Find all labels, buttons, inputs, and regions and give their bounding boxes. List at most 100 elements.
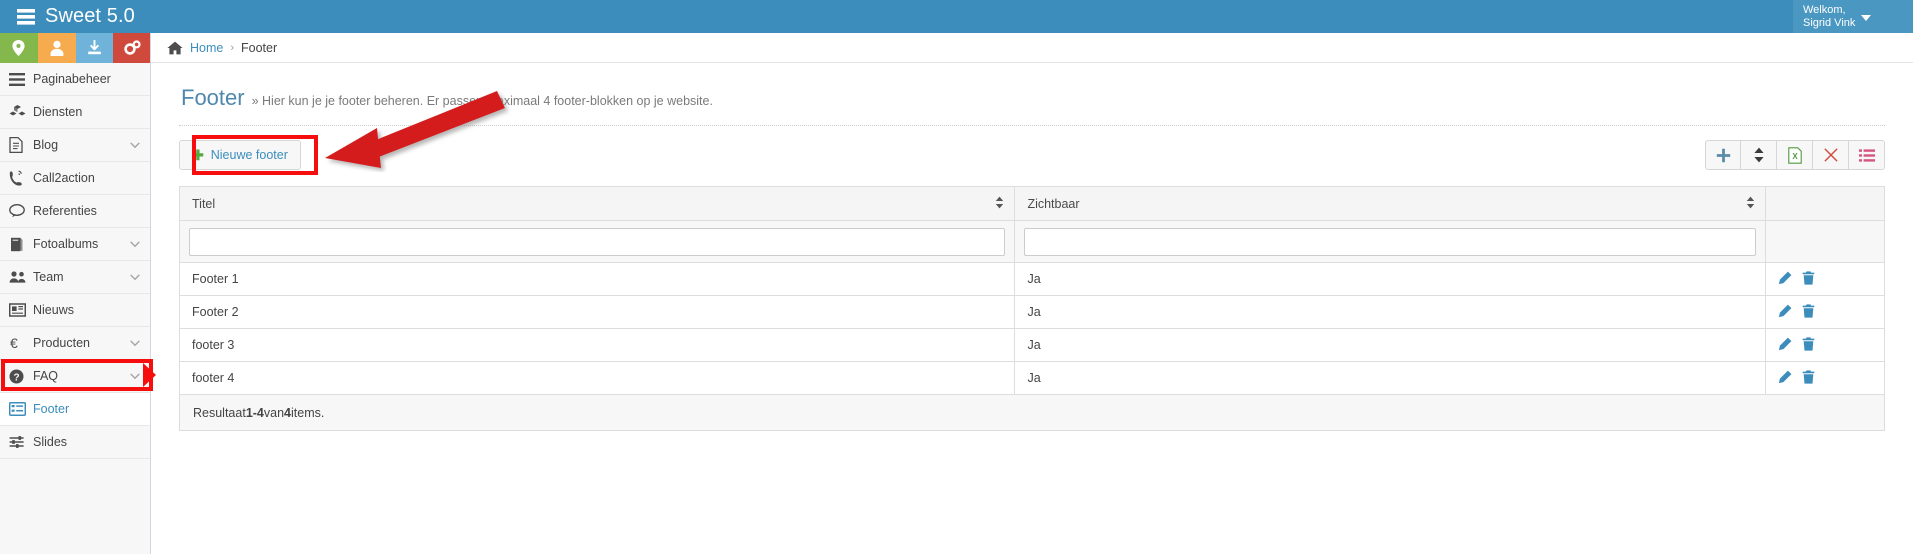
cell-titel: footer 4 [179,361,1016,395]
sidebar-item-label: Nieuws [33,303,74,317]
euro-icon: € [9,336,33,351]
sidebar-item-nieuws[interactable]: Nieuws [0,294,150,327]
table-filter-row [179,220,1885,263]
edit-row-button[interactable] [1778,271,1792,288]
table-toolbar: X [1705,140,1885,170]
sidebar-item-referenties[interactable]: Referenties [0,195,150,228]
edit-row-button[interactable] [1778,337,1792,354]
sidebar-item-label: Slides [33,435,68,449]
sidebar-item-faq[interactable]: ? FAQ [0,360,150,393]
user-button[interactable] [37,33,76,63]
divider [179,125,1885,126]
cell-titel: Footer 1 [179,262,1016,296]
result-summary: Resultaat 1-4 van 4 items. [179,395,1885,431]
sidebar-item-call2action[interactable]: Call2action [0,162,150,195]
sidebar-item-paginabeheer[interactable]: Paginabeheer [0,63,150,96]
sidebar-item-blog[interactable]: Blog [0,129,150,162]
table-body: Footer 1 Ja Footer 2 Ja footer 3 Ja foot… [179,262,1885,395]
sidebar-item-label: Call2action [33,171,95,185]
delete-button[interactable] [1813,140,1849,170]
sidebar-item-footer[interactable]: Footer [0,393,150,426]
location-button[interactable] [0,33,38,63]
sidebar-item-producten[interactable]: € Producten [0,327,150,360]
edit-row-button[interactable] [1778,370,1792,387]
delete-row-button[interactable] [1802,336,1815,354]
user-greeting: Welkom, [1803,3,1846,16]
question-circle-icon: ? [9,369,33,384]
sidebar-item-label: Paginabeheer [33,72,111,86]
top-bar: Sweet 5.0 Welkom, Sigrid Vink [0,0,1913,33]
chevron-down-icon [130,138,140,152]
column-header-label: Zichtbaar [1027,196,1080,211]
breadcrumb-home-link[interactable]: Home [190,41,223,55]
user-name: Sigrid Vink [1803,16,1856,29]
user-menu[interactable]: Welkom, Sigrid Vink [1793,0,1913,33]
settings-button[interactable] [113,33,150,63]
download-button[interactable] [75,33,114,63]
cell-zichtbaar: Ja [1014,328,1766,362]
brand[interactable]: Sweet 5.0 [0,0,135,33]
home-icon [167,41,183,55]
result-middle: van [263,405,285,420]
chevron-down-icon [130,336,140,350]
chevron-down-icon [130,237,140,251]
add-button[interactable] [1705,140,1741,170]
sort-icon[interactable] [1746,196,1755,212]
columns-button[interactable] [1849,140,1885,170]
sidebar-item-fotoalbums[interactable]: Fotoalbums [0,228,150,261]
column-header-zichtbaar[interactable]: Zichtbaar [1014,186,1766,221]
cell-actions [1765,328,1885,362]
filter-titel-input[interactable] [189,227,1006,256]
phone-volume-icon [9,170,33,186]
breadcrumb-separator: › [230,41,235,54]
delete-row-button[interactable] [1802,270,1815,288]
sort-icon[interactable] [995,196,1004,212]
breadcrumb-current: Footer [241,40,278,55]
cell-actions [1765,262,1885,296]
svg-text:X: X [1792,152,1798,161]
users-icon [9,270,33,284]
filter-zichtbaar-input[interactable] [1024,227,1756,256]
newspaper-icon [9,303,33,317]
sidebar-item-team[interactable]: Team [0,261,150,294]
cell-zichtbaar: Ja [1014,361,1766,395]
cell-actions [1765,361,1885,395]
filter-cell-titel [179,220,1016,263]
sidebar-item-slides[interactable]: Slides [0,426,150,459]
annotation-pointer-sidebar-footer [143,363,156,387]
plus-icon: ✚ [192,147,204,163]
edit-row-button[interactable] [1778,304,1792,321]
file-text-icon [9,137,33,153]
svg-text:€: € [10,336,18,351]
column-header-titel[interactable]: Titel [179,186,1016,221]
sliders-icon [9,435,33,449]
sidebar-item-label: Footer [33,402,70,416]
table-row[interactable]: footer 3 Ja [179,328,1885,362]
page-title: Footer [181,85,245,110]
sidebar-item-label: Diensten [33,105,83,119]
sidebar: Paginabeheer Diensten Blog Call2action R… [0,33,151,554]
cell-titel: footer 3 [179,328,1016,362]
filter-cell-actions [1765,220,1885,263]
result-prefix: Resultaat [193,405,246,420]
reorder-button[interactable] [1741,140,1777,170]
table-row[interactable]: Footer 1 Ja [179,262,1885,296]
quick-actions-row [0,33,150,63]
bars-icon [9,72,33,86]
book-icon [9,237,33,252]
table-row[interactable]: Footer 2 Ja [179,295,1885,329]
column-header-actions [1765,186,1885,221]
sidebar-item-diensten[interactable]: Diensten [0,96,150,129]
table-row[interactable]: footer 4 Ja [179,361,1885,395]
brand-title: Sweet 5.0 [45,5,135,27]
export-excel-button[interactable]: X [1777,140,1813,170]
action-row: ✚ Nieuwe footer X [179,91,1885,175]
list-alt-icon [9,402,33,416]
main-content: Footer » Hier kun je je footer beheren. … [151,63,1913,554]
cell-zichtbaar: Ja [1014,295,1766,329]
sidebar-item-label: Referenties [33,204,97,218]
new-footer-button[interactable]: ✚ Nieuwe footer [179,140,301,170]
delete-row-button[interactable] [1802,303,1815,321]
table-header-row: Titel Zichtbaar [179,186,1885,221]
delete-row-button[interactable] [1802,369,1815,387]
